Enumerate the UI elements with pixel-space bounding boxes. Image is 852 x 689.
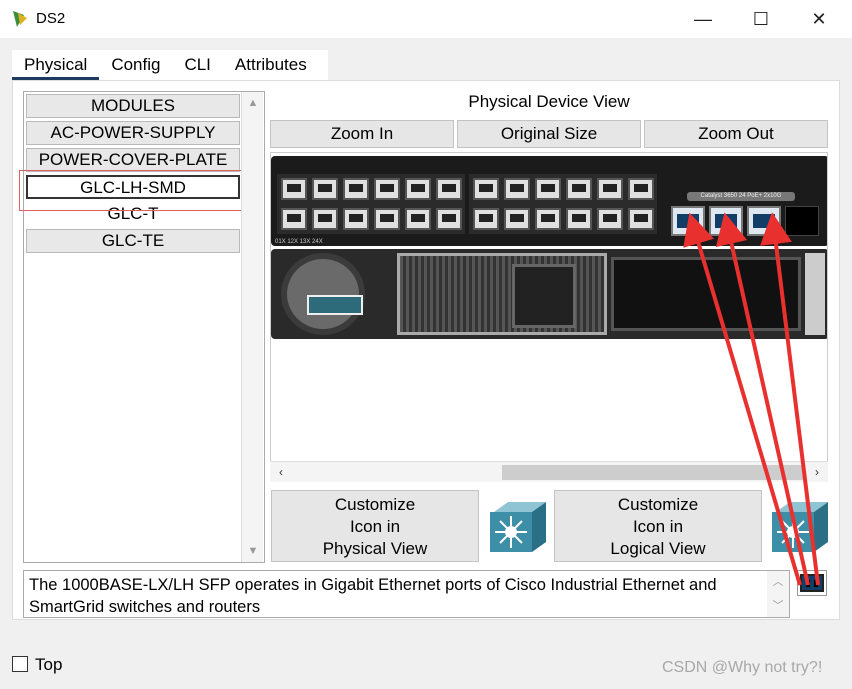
- sfp-module[interactable]: [671, 206, 705, 236]
- ethernet-port[interactable]: [312, 208, 338, 230]
- maximize-button[interactable]: ☐: [738, 0, 784, 38]
- module-item-power-cover-plate[interactable]: POWER-COVER-PLATE: [26, 148, 240, 172]
- ethernet-port[interactable]: [405, 178, 431, 200]
- ethernet-port[interactable]: [566, 208, 592, 230]
- zoom-out-button[interactable]: Zoom Out: [644, 120, 828, 148]
- ethernet-port[interactable]: [374, 208, 400, 230]
- tab-config[interactable]: Config: [99, 50, 172, 80]
- scroll-up-icon[interactable]: ▲: [242, 94, 264, 112]
- ethernet-port[interactable]: [436, 208, 462, 230]
- ethernet-port[interactable]: [374, 178, 400, 200]
- sfp-module-thumbnail[interactable]: [797, 570, 827, 596]
- ethernet-port[interactable]: [628, 208, 654, 230]
- ethernet-port[interactable]: [504, 208, 530, 230]
- slot-cover: [805, 253, 825, 335]
- module-list: MODULES AC-POWER-SUPPLY POWER-COVER-PLAT…: [23, 91, 265, 563]
- ethernet-port[interactable]: [473, 208, 499, 230]
- device-view-hscrollbar[interactable]: ‹ ›: [270, 461, 828, 482]
- ethernet-port[interactable]: [504, 178, 530, 200]
- sfp-module[interactable]: [747, 206, 781, 236]
- ethernet-port[interactable]: [628, 178, 654, 200]
- watermark: CSDN @Why not try?!: [662, 659, 823, 676]
- customize-line: Icon in: [632, 517, 684, 536]
- minimize-button[interactable]: —: [680, 0, 726, 38]
- customize-line: Customize: [334, 495, 416, 514]
- customize-line: Icon in: [349, 517, 401, 536]
- customize-logical-view-button[interactable]: Customize Icon in Logical View: [554, 490, 762, 562]
- original-size-button[interactable]: Original Size: [457, 120, 641, 148]
- scroll-down-icon[interactable]: ﹀: [767, 597, 789, 615]
- customize-line: Logical View: [610, 539, 706, 558]
- device-view: Catalyst 3650 24 PoE+ 2x10G 01X 12X 13X …: [270, 152, 828, 482]
- ethernet-port[interactable]: [343, 178, 369, 200]
- multilayer-switch-icon: [772, 502, 828, 552]
- top-checkbox[interactable]: [12, 656, 28, 672]
- sfp-module[interactable]: [709, 206, 743, 236]
- fan-module[interactable]: [281, 253, 365, 335]
- port-labels: 01X 12X 13X 24X: [275, 239, 323, 245]
- physical-device-view-label: Physical Device View: [468, 92, 630, 111]
- hscroll-thumb[interactable]: [502, 465, 804, 480]
- scroll-left-icon[interactable]: ‹: [272, 462, 290, 483]
- tab-bar: Physical Config CLI Attributes: [12, 50, 328, 80]
- ethernet-port[interactable]: [312, 178, 338, 200]
- customize-physical-view-button[interactable]: Customize Icon in Physical View: [271, 490, 479, 562]
- title-bar: DS2 — ☐ ✕: [0, 0, 852, 38]
- ethernet-port[interactable]: [281, 178, 307, 200]
- fan-handle-icon: [307, 295, 363, 315]
- module-item-modules[interactable]: MODULES: [26, 94, 240, 118]
- ethernet-port[interactable]: [535, 208, 561, 230]
- ethernet-port[interactable]: [566, 178, 592, 200]
- sfp-slot-empty[interactable]: [785, 206, 819, 236]
- customize-line: Customize: [617, 495, 699, 514]
- close-button[interactable]: ✕: [796, 0, 842, 38]
- psu-handle-icon: [512, 264, 576, 328]
- ethernet-port[interactable]: [597, 178, 623, 200]
- tab-attributes[interactable]: Attributes: [223, 50, 319, 80]
- switch-rear-panel: [271, 249, 827, 339]
- tab-cli[interactable]: CLI: [172, 50, 222, 80]
- switch-front-panel: Catalyst 3650 24 PoE+ 2x10G 01X 12X 13X …: [271, 156, 827, 246]
- tab-physical[interactable]: Physical: [12, 50, 100, 80]
- sfp-icon: [800, 574, 824, 592]
- module-item-ac-power-supply[interactable]: AC-POWER-SUPPLY: [26, 121, 240, 145]
- ethernet-port[interactable]: [473, 178, 499, 200]
- scroll-right-icon[interactable]: ›: [808, 462, 826, 483]
- ethernet-port[interactable]: [281, 208, 307, 230]
- module-list-scrollbar[interactable]: ▲ ▼: [241, 92, 263, 562]
- ethernet-port[interactable]: [405, 208, 431, 230]
- ethernet-port[interactable]: [535, 178, 561, 200]
- power-supply[interactable]: [397, 253, 607, 335]
- multilayer-switch-icon: [490, 502, 546, 552]
- packet-tracer-icon: [13, 11, 27, 27]
- module-description: The 1000BASE-LX/LH SFP operates in Gigab…: [23, 570, 790, 618]
- zoom-in-button[interactable]: Zoom In: [270, 120, 454, 148]
- module-item-glc-te[interactable]: GLC-TE: [26, 229, 240, 253]
- model-label: Catalyst 3650 24 PoE+ 2x10G: [687, 192, 795, 201]
- ethernet-port[interactable]: [436, 178, 462, 200]
- scroll-down-icon[interactable]: ▼: [242, 542, 264, 560]
- description-scrollbar[interactable]: ︿ ﹀: [767, 571, 789, 617]
- port-bank-1: [277, 174, 465, 234]
- port-bank-2: [469, 174, 657, 234]
- ethernet-port[interactable]: [343, 208, 369, 230]
- highlight-frame: [19, 170, 259, 211]
- customize-line: Physical View: [322, 539, 428, 558]
- ethernet-port[interactable]: [597, 208, 623, 230]
- scroll-up-icon[interactable]: ︿: [767, 573, 789, 591]
- power-slot-empty[interactable]: [611, 257, 801, 331]
- window-title: DS2: [36, 10, 66, 27]
- top-checkbox-label: Top: [35, 655, 63, 674]
